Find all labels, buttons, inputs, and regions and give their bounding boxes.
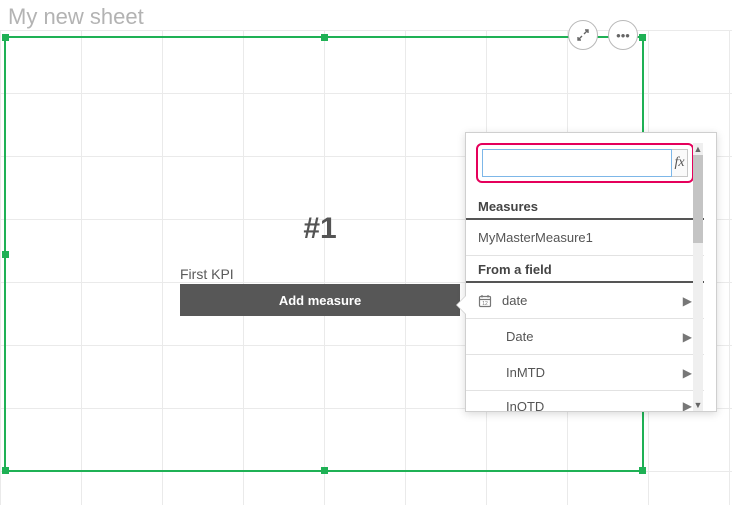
search-row: fx [476,143,694,183]
list-item-label: MyMasterMeasure1 [478,230,593,245]
from-field-section-header: From a field [466,256,704,283]
resize-handle[interactable] [639,34,646,41]
popover-arrow [456,295,466,315]
scroll-up-button[interactable]: ▲ [693,143,703,155]
scrollbar[interactable]: ▲ ▼ [693,143,703,411]
list-item-label: InQTD [506,399,544,412]
calendar-icon: 12 [478,294,496,308]
resize-handle[interactable] [321,467,328,474]
scroll-track[interactable] [693,155,703,399]
scroll-thumb[interactable] [693,155,703,243]
kpi-label: First KPI [180,266,234,282]
chevron-right-icon: ▶ [683,399,692,411]
chevron-right-icon: ▶ [683,294,692,308]
sheet-title[interactable]: My new sheet [8,4,144,30]
svg-text:12: 12 [482,301,488,307]
more-icon: ••• [616,28,630,43]
resize-handle[interactable] [321,34,328,41]
chevron-right-icon: ▶ [683,366,692,380]
field-item[interactable]: 12 date ▶ [466,283,704,319]
kpi-value: #1 [180,212,460,246]
field-item[interactable]: InMTD ▶ [466,355,704,391]
fullscreen-button[interactable] [568,20,598,50]
list-item-label: Date [506,329,533,344]
measure-picker-popover: fx Measures MyMasterMeasure1 From a fiel… [465,132,717,412]
expand-icon [577,29,589,41]
field-item[interactable]: InQTD ▶ [466,391,704,411]
picker-scroll-area: Measures MyMasterMeasure1 From a field 1… [466,193,704,411]
search-input[interactable] [482,149,672,177]
resize-handle[interactable] [2,34,9,41]
measures-section-header: Measures [466,193,704,220]
chevron-right-icon: ▶ [683,330,692,344]
resize-handle[interactable] [639,467,646,474]
object-toolbar: ••• [568,20,638,50]
list-item-label: InMTD [506,365,545,380]
add-measure-button[interactable]: Add measure [180,284,460,316]
resize-handle[interactable] [2,251,9,258]
more-options-button[interactable]: ••• [608,20,638,50]
measure-item[interactable]: MyMasterMeasure1 [466,220,704,256]
expression-editor-button[interactable]: fx [672,149,688,177]
field-item[interactable]: Date ▶ [466,319,704,355]
scroll-down-button[interactable]: ▼ [693,399,703,411]
list-item-label: date [502,293,527,308]
resize-handle[interactable] [2,467,9,474]
